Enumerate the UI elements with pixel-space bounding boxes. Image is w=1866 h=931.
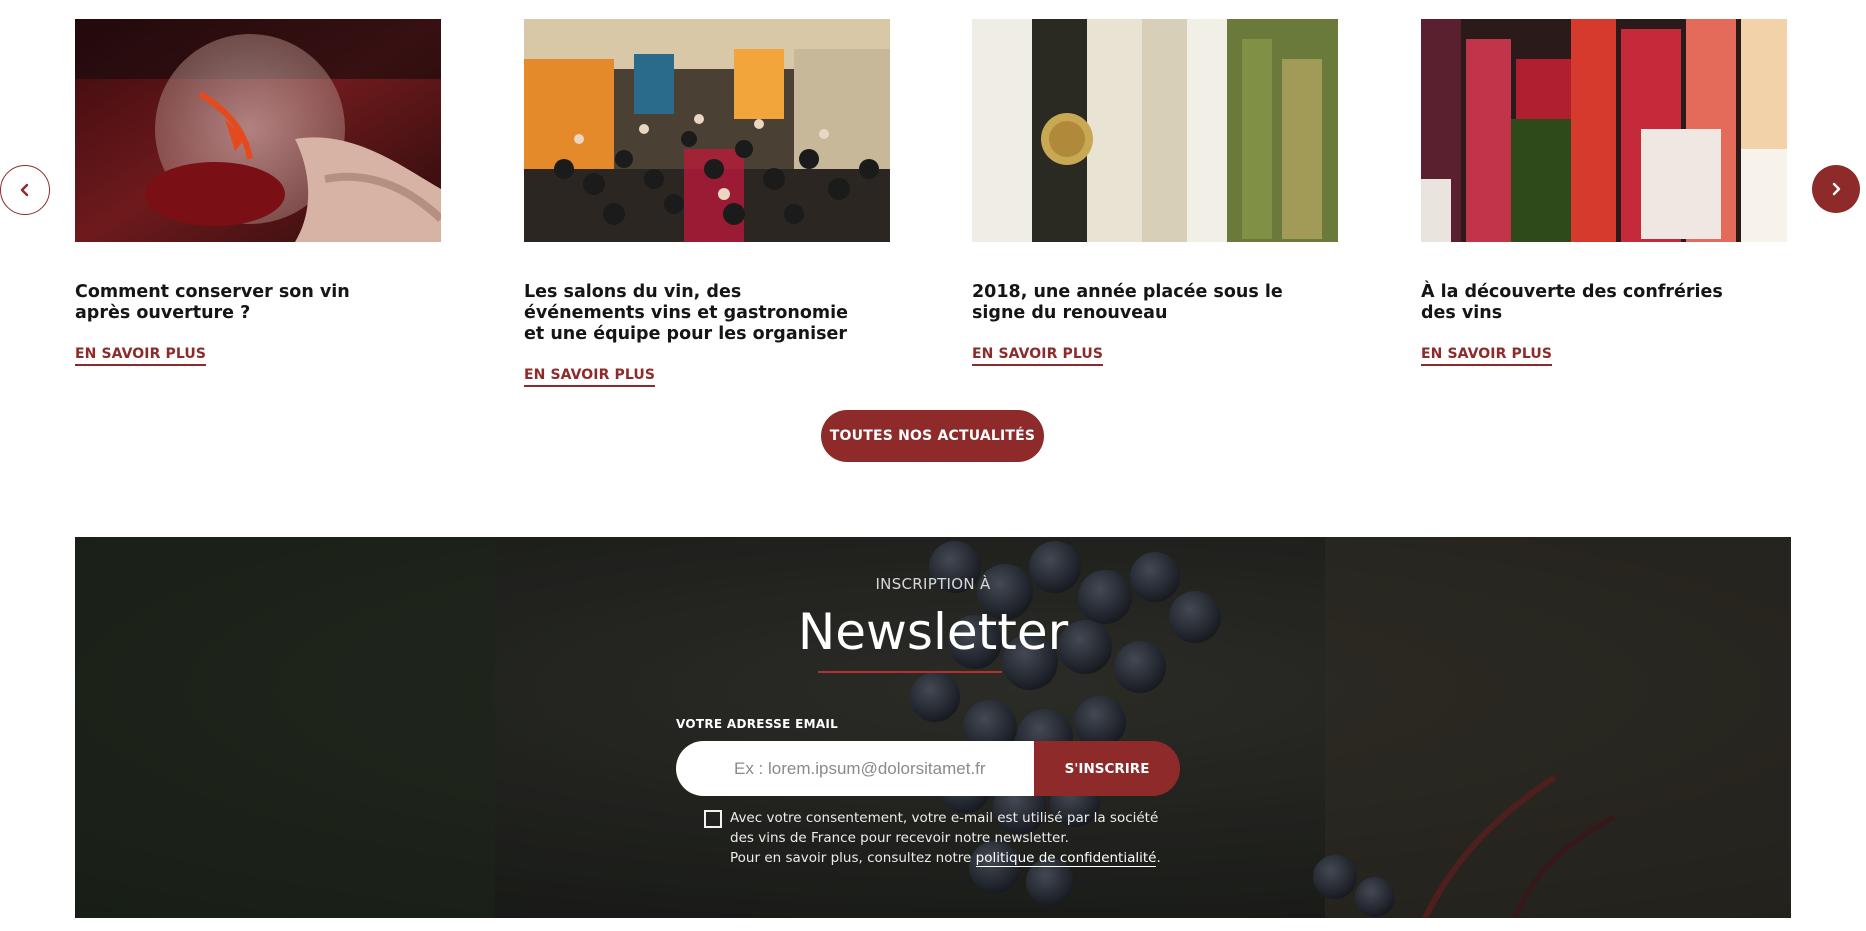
news-title[interactable]: Comment conserver son vin après ouvertur… <box>75 282 405 324</box>
news-title[interactable]: 2018, une année placée sous le signe du … <box>972 282 1302 324</box>
consent-checkbox[interactable] <box>704 810 722 828</box>
news-image-rose-bottles[interactable] <box>1421 19 1787 242</box>
newsletter-section: INSCRIPTION À Newsletter VOTRE ADRESSE E… <box>75 537 1791 918</box>
consent-line-1: Avec votre consentement, votre e-mail es… <box>730 810 1159 846</box>
news-carousel: Comment conserver son vin après ouvertur… <box>0 0 1866 470</box>
all-news-button[interactable]: TOUTES NOS ACTUALITÉS <box>821 410 1044 462</box>
read-more-link[interactable]: EN SAVOIR PLUS <box>524 367 656 387</box>
consent-text: Avec votre consentement, votre e-mail es… <box>730 808 1170 868</box>
consent-suffix: . <box>1156 850 1161 866</box>
newsletter-kicker: INSCRIPTION À <box>875 575 991 593</box>
subscribe-button[interactable]: S'INSCRIRE <box>1034 741 1180 796</box>
email-input[interactable] <box>676 741 1036 796</box>
email-label: VOTRE ADRESSE EMAIL <box>676 717 839 731</box>
news-card: Les salons du vin, des événements vins e… <box>524 19 890 387</box>
news-title[interactable]: Les salons du vin, des événements vins e… <box>524 282 854 345</box>
carousel-next-button[interactable] <box>1812 165 1860 213</box>
read-more-link[interactable]: EN SAVOIR PLUS <box>75 346 207 366</box>
newsletter-form: S'INSCRIRE <box>676 741 1180 796</box>
read-more-link[interactable]: EN SAVOIR PLUS <box>972 346 1104 366</box>
news-image-wine-bottles[interactable] <box>972 19 1338 242</box>
chevron-right-icon <box>1832 182 1841 196</box>
title-underline <box>818 671 1002 673</box>
news-card: À la découverte des confréries des vins … <box>1421 19 1787 366</box>
news-image-wine-glass[interactable] <box>75 19 441 242</box>
news-card: Comment conserver son vin après ouvertur… <box>75 19 441 366</box>
chevron-left-icon <box>20 183 29 197</box>
news-title[interactable]: À la découverte des confréries des vins <box>1421 282 1751 324</box>
news-card: 2018, une année placée sous le signe du … <box>972 19 1338 366</box>
read-more-link[interactable]: EN SAVOIR PLUS <box>1421 346 1553 366</box>
consent-line-2: Pour en savoir plus, consultez notre <box>730 850 976 866</box>
newsletter-title: Newsletter <box>797 603 1069 661</box>
carousel-prev-button[interactable] <box>0 165 50 215</box>
privacy-policy-link[interactable]: politique de confidentialité <box>975 850 1157 867</box>
news-image-wine-fair[interactable] <box>524 19 890 242</box>
